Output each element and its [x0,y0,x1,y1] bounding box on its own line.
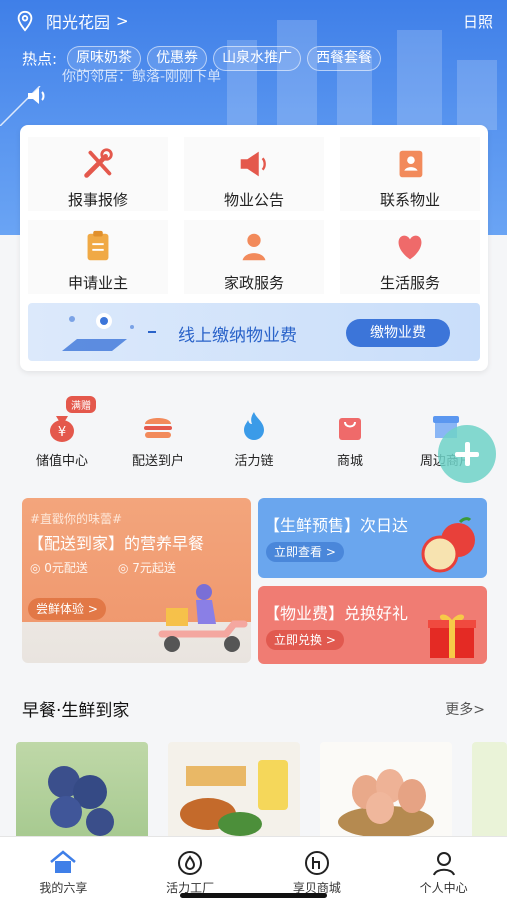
money-bag-icon: ¥ [50,416,74,442]
promo-fresh-presale[interactable]: 【生鲜预售】次日达 立即查看 > [258,498,487,578]
flame-icon [244,412,264,440]
location-arrow[interactable]: > [116,12,129,30]
service-apply-owner[interactable]: 申请业主 [28,220,168,294]
shopping-bag-icon [339,418,361,440]
nav-profile[interactable]: 个人中心 [380,837,507,900]
service-label: 生活服务 [379,274,440,292]
service-label: 家政服务 [223,274,284,292]
service-housekeeping[interactable]: 家政服务 [184,220,324,294]
service-card: 报事报修 物业公告 联系物业 申请业主 家政服务 生活服务 线上缴纳物业费 缴物… [20,125,488,371]
housekeeper-icon [242,233,266,261]
service-label: 物业公告 [223,191,284,209]
gift-box-illustration [428,614,476,658]
nav-vitality-factory[interactable]: 活力工厂 [127,837,254,900]
banner-dash [148,331,156,333]
service-contact[interactable]: 联系物业 [340,137,480,211]
promo-badge: 满赠 [66,396,96,413]
promo-title: 【配送到家】的营养早餐 [28,534,205,553]
nav-mall[interactable]: 享贝商城 [254,837,381,900]
megaphone-icon [240,151,266,177]
breakfast-set-image [180,760,288,836]
shortcut-label: 活力链 [234,454,274,469]
person-icon [432,852,455,876]
section-title: 早餐·生鲜到家 [22,701,130,721]
contact-book-icon [399,150,423,178]
product-eggs[interactable] [320,742,452,842]
service-announcement[interactable]: 物业公告 [184,137,324,211]
nav-label: 个人中心 [419,881,468,895]
decorative-line [0,86,41,126]
home-indicator[interactable] [180,893,327,898]
notice-text: 你的邻居：鲸落-刚刚下单 [62,69,222,85]
mall-icon [304,851,329,875]
pay-fee-button[interactable]: 缴物业费 [346,319,450,347]
promo-breakfast-card[interactable]: #直戳你的味蕾# 【配送到家】的营养早餐 ◎ 0元配送 ◎ 7元起送 尝鲜体验 … [22,498,251,663]
heart-icon [398,235,422,260]
shortcut-vitality-chain[interactable]: 活力链 [214,398,294,469]
top-bar: 阳光花园 > 日照 [14,8,493,34]
exchange-now-button[interactable]: 立即兑换 > [266,630,344,650]
city-label[interactable]: 日照 [463,11,493,32]
repair-tools-icon [84,148,113,178]
promo-subtitle: #直戳你的味蕾# [30,512,123,526]
service-repair[interactable]: 报事报修 [28,137,168,211]
apple-illustration [421,517,475,573]
try-now-button[interactable]: 尝鲜体验 > [28,598,106,620]
service-label: 联系物业 [379,191,440,209]
home-icon [50,850,77,873]
shortcut-stored-value[interactable]: 满赠 ¥ 储值中心 [22,396,102,469]
view-now-button[interactable]: 立即查看 > [266,542,344,562]
service-label: 报事报修 [67,191,128,209]
burger-icon [144,418,172,438]
blueberry-image [48,766,114,836]
shortcut-mall[interactable]: 商城 [310,398,390,469]
more-link[interactable]: 更多> [445,699,485,719]
promo-fee-exchange[interactable]: 【物业费】兑换好礼 立即兑换 > [258,586,487,664]
product-blueberry[interactable] [16,742,148,842]
notice-ticker: 你的邻居：鲸落-刚刚下单 [0,66,507,106]
shortcut-row: 满赠 ¥ 储值中心 配送到户 活力链 商城 周边商户 [0,396,507,478]
svg-text:¥: ¥ [58,425,66,440]
product-breakfast-set[interactable] [168,742,300,842]
nav-home[interactable]: 我的六享 [0,837,127,900]
eggs-image [338,769,434,838]
service-label: 申请业主 [67,274,128,292]
promo-feature-text: 7元起送 [132,561,176,575]
location-pin-icon[interactable] [14,10,36,32]
promo-feature: ◎ 0元配送 [30,561,88,575]
nav-label: 我的六享 [39,881,88,895]
bottom-nav: 我的六享 活力工厂 享贝商城 个人中心 [0,836,507,900]
shortcut-label: 商城 [336,454,363,469]
floating-add-button[interactable] [438,425,496,483]
promo-feature: ◎ 7元起送 [118,561,176,575]
banner-text: 线上缴纳物业费 [178,326,297,346]
promo-feature-text: 0元配送 [44,561,88,575]
shortcut-label: 储值中心 [35,454,88,469]
shortcut-label: 配送到户 [131,454,184,469]
promo-title: 【物业费】兑换好礼 [264,604,409,623]
delivery-scooter-illustration [158,584,248,652]
payment-illustration [62,313,134,351]
product-partial[interactable] [472,742,507,842]
promo-title: 【生鲜预售】次日达 [264,516,409,535]
clipboard-icon [87,230,109,261]
service-life[interactable]: 生活服务 [340,220,480,294]
shortcut-delivery[interactable]: 配送到户 [118,398,198,469]
pay-fee-banner[interactable]: 线上缴纳物业费 缴物业费 [28,303,480,361]
location-name[interactable]: 阳光花园 [46,9,110,33]
vitality-icon [178,851,203,875]
